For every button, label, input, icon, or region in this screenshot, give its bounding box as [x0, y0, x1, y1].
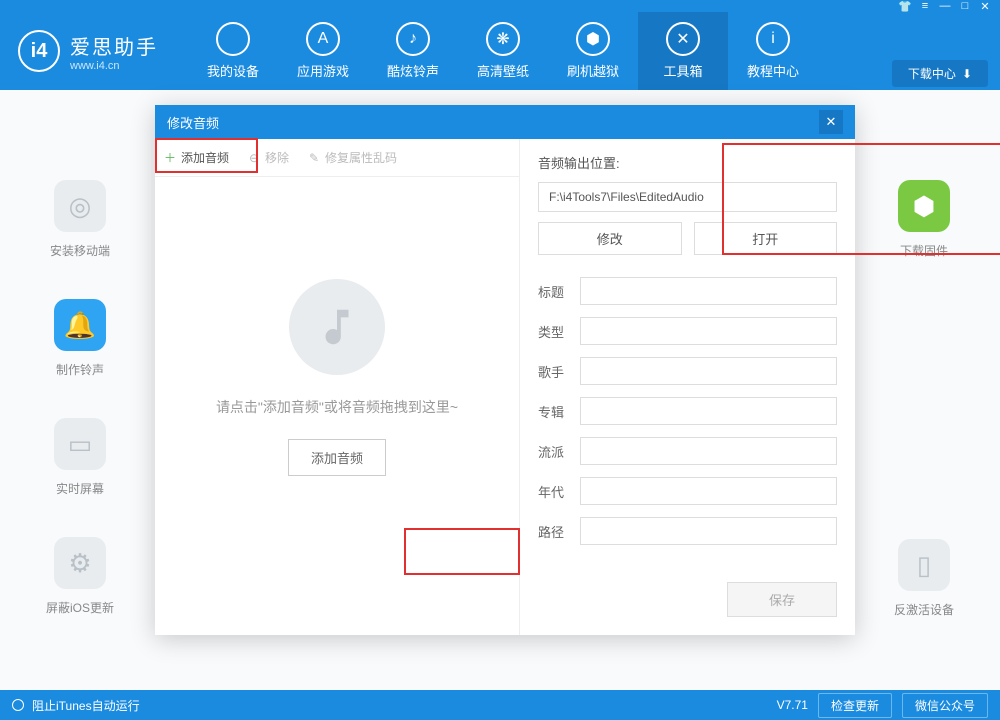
- nav-ringtones[interactable]: ♪酷炫铃声: [368, 12, 458, 90]
- nav-flash[interactable]: ⬢刷机越狱: [548, 12, 638, 90]
- side-download-firmware[interactable]: ⬢下载固件: [894, 180, 954, 259]
- save-button[interactable]: 保存: [727, 582, 837, 617]
- fix-icon: ✎: [307, 151, 321, 165]
- plus-icon: ＋: [163, 151, 177, 165]
- wechat-button[interactable]: 微信公众号: [902, 693, 988, 718]
- field-year-label: 年代: [538, 482, 580, 501]
- box-icon: ⬢: [576, 22, 610, 56]
- field-year-input[interactable]: [580, 477, 837, 505]
- logo-icon: i4: [18, 30, 60, 72]
- field-artist-label: 歌手: [538, 362, 580, 381]
- apple-icon: [216, 22, 250, 56]
- side-deactivate[interactable]: ▯反激活设备: [894, 539, 954, 618]
- gear-icon: ⚙: [54, 537, 106, 589]
- field-path-label: 路径: [538, 522, 580, 541]
- field-type-input[interactable]: [580, 317, 837, 345]
- status-indicator-icon: [12, 699, 24, 711]
- dialog-toolbar: ＋添加音频 ⊖移除 ✎修复属性乱码: [155, 139, 519, 177]
- main-nav: 我的设备 A应用游戏 ♪酷炫铃声 ❋高清壁纸 ⬢刷机越狱 ✕工具箱 i教程中心: [188, 12, 818, 90]
- brand-url: www.i4.cn: [70, 60, 158, 72]
- field-title-input[interactable]: [580, 277, 837, 305]
- nav-my-device[interactable]: 我的设备: [188, 12, 278, 90]
- brand-name: 爱思助手: [70, 31, 158, 60]
- ringtone-icon: 🔔: [54, 299, 106, 351]
- download-center-button[interactable]: 下载中心⬇: [892, 60, 988, 87]
- flower-icon: ❋: [486, 22, 520, 56]
- open-path-button[interactable]: 打开: [694, 222, 838, 255]
- nav-wallpaper[interactable]: ❋高清壁纸: [458, 12, 548, 90]
- fix-attrs-button[interactable]: ✎修复属性乱码: [307, 149, 397, 166]
- add-audio-main-button[interactable]: 添加音频: [288, 439, 386, 476]
- nav-toolbox[interactable]: ✕工具箱: [638, 12, 728, 90]
- install-icon: ◎: [54, 180, 106, 232]
- statusbar: 阻止iTunes自动运行 V7.71 检查更新 微信公众号: [0, 690, 1000, 720]
- bell-icon: ♪: [396, 22, 430, 56]
- appstore-icon: A: [306, 22, 340, 56]
- deactivate-icon: ▯: [898, 539, 950, 591]
- dialog-titlebar: 修改音频 ✕: [155, 105, 855, 139]
- field-genre-label: 流派: [538, 442, 580, 461]
- version-label: V7.71: [777, 698, 808, 712]
- side-make-ringtone[interactable]: 🔔制作铃声: [46, 299, 114, 378]
- field-album-input[interactable]: [580, 397, 837, 425]
- nav-apps[interactable]: A应用游戏: [278, 12, 368, 90]
- side-realtime-screen[interactable]: ▭实时屏幕: [46, 418, 114, 497]
- header: i4 爱思助手 www.i4.cn 我的设备 A应用游戏 ♪酷炫铃声 ❋高清壁纸…: [0, 12, 1000, 90]
- add-audio-button[interactable]: ＋添加音频: [163, 149, 229, 166]
- field-title-label: 标题: [538, 282, 580, 301]
- side-block-ios-update[interactable]: ⚙屏蔽iOS更新: [46, 537, 114, 616]
- itunes-block-label[interactable]: 阻止iTunes自动运行: [32, 697, 140, 714]
- field-artist-input[interactable]: [580, 357, 837, 385]
- output-label: 音频输出位置:: [538, 153, 837, 172]
- modify-path-button[interactable]: 修改: [538, 222, 682, 255]
- music-icon: [289, 279, 385, 375]
- side-install-mobile[interactable]: ◎安装移动端: [46, 180, 114, 259]
- firmware-icon: ⬢: [898, 180, 950, 232]
- remove-audio-button[interactable]: ⊖移除: [247, 149, 289, 166]
- field-type-label: 类型: [538, 322, 580, 341]
- nav-tutorials[interactable]: i教程中心: [728, 12, 818, 90]
- check-update-button[interactable]: 检查更新: [818, 693, 892, 718]
- dialog-close-button[interactable]: ✕: [819, 110, 843, 134]
- drop-hint: 请点击"添加音频"或将音频拖拽到这里~: [216, 397, 458, 417]
- edit-audio-dialog: 修改音频 ✕ ＋添加音频 ⊖移除 ✎修复属性乱码 请点击"添加音频"或将音频拖拽…: [155, 105, 855, 635]
- drop-area[interactable]: 请点击"添加音频"或将音频拖拽到这里~ 添加音频: [155, 177, 519, 577]
- minus-icon: ⊖: [247, 151, 261, 165]
- field-genre-input[interactable]: [580, 437, 837, 465]
- dialog-title: 修改音频: [167, 113, 219, 132]
- output-path-input[interactable]: [538, 182, 837, 212]
- screen-icon: ▭: [54, 418, 106, 470]
- tools-icon: ✕: [666, 22, 700, 56]
- field-album-label: 专辑: [538, 402, 580, 421]
- brand[interactable]: i4 爱思助手 www.i4.cn: [18, 30, 158, 72]
- info-icon: i: [756, 22, 790, 56]
- window-controls: 👕 ≡ — □ ✕: [0, 0, 1000, 12]
- download-icon: ⬇: [962, 67, 972, 81]
- field-path-input[interactable]: [580, 517, 837, 545]
